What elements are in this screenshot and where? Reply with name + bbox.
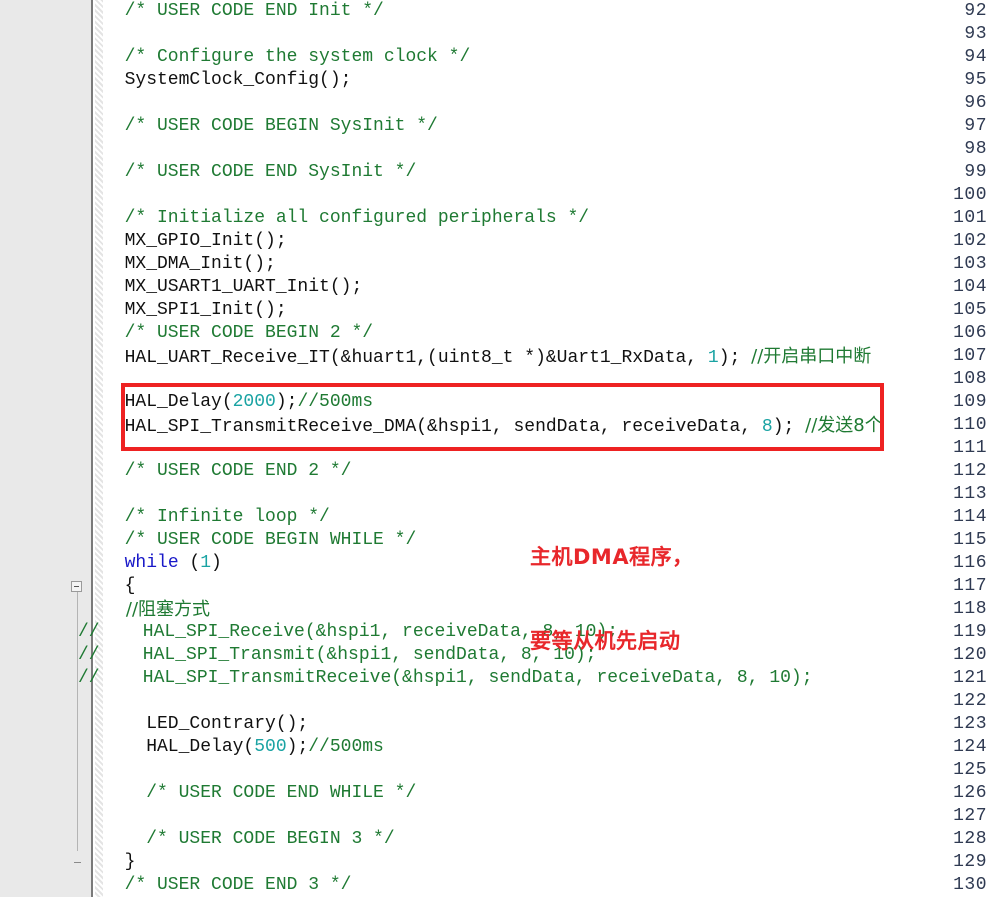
number-literal: 1	[200, 553, 212, 573]
code-line[interactable]: }	[103, 851, 136, 874]
code-line[interactable]: MX_GPIO_Init();	[103, 230, 287, 253]
inline-comment: //发送8个	[805, 415, 883, 436]
code-editor[interactable]: 92 93 94 95 96 97 98 99 100 101 102 103 …	[0, 0, 992, 897]
fold-toggle-icon[interactable]	[71, 581, 82, 592]
code-line[interactable]: // HAL_SPI_Transmit(&hspi1, sendData, 8,…	[78, 644, 596, 667]
number-literal: 500	[254, 737, 287, 757]
code-line[interactable]: /* Infinite loop */	[103, 506, 330, 529]
code-line[interactable]: /* USER CODE END SysInit */	[103, 161, 417, 184]
fold-end-icon	[74, 862, 81, 863]
code-span: );	[286, 737, 309, 757]
code-line[interactable]: {	[103, 575, 136, 598]
code-span: (	[178, 553, 201, 573]
code-span: );	[772, 417, 806, 437]
code-line[interactable]: MX_USART1_UART_Init();	[103, 276, 363, 299]
number-literal: 2000	[232, 392, 276, 412]
inline-comment: //500ms	[308, 737, 384, 757]
code-line[interactable]: /* USER CODE BEGIN WHILE */	[103, 529, 417, 552]
code-line[interactable]: /* Configure the system clock */	[103, 46, 471, 69]
code-span: )	[211, 553, 222, 573]
inline-comment: //500ms	[297, 392, 374, 412]
code-line[interactable]: /* USER CODE BEGIN 3 */	[103, 828, 394, 851]
code-line[interactable]: HAL_UART_Receive_IT(&huart1,(uint8_t *)&…	[103, 345, 872, 368]
number-literal: 1	[707, 348, 719, 368]
number-literal: 8	[761, 417, 773, 437]
code-line[interactable]: /* USER CODE END 3 */	[103, 874, 352, 897]
code-text-area[interactable]: /* USER CODE END Init */ /* Configure th…	[78, 0, 992, 897]
inline-comment: //开启串口中断	[751, 346, 872, 367]
code-line[interactable]: MX_DMA_Init();	[103, 253, 276, 276]
code-line[interactable]: while (1)	[103, 552, 222, 575]
code-line[interactable]: LED_Contrary();	[103, 713, 308, 736]
code-line[interactable]: /* USER CODE BEGIN SysInit */	[103, 115, 438, 138]
code-span: HAL_UART_Receive_IT(&huart1,(uint8_t *)&…	[103, 348, 708, 368]
code-span: );	[718, 348, 752, 368]
annotation-line-2: 要等从机先启动	[530, 629, 681, 653]
indent-span	[103, 553, 125, 573]
annotation-note: 主机DMA程序， 要等从机先启动	[530, 487, 694, 711]
code-line[interactable]: SystemClock_Config();	[103, 69, 352, 92]
code-line[interactable]: /* USER CODE BEGIN 2 */	[103, 322, 373, 345]
code-line[interactable]: /* USER CODE END WHILE */	[103, 782, 416, 805]
keyword-while: while	[124, 553, 179, 573]
annotation-line-1: 主机DMA程序，	[530, 545, 694, 569]
code-span: HAL_SPI_TransmitReceive_DMA(&hspi1, send…	[103, 417, 762, 437]
line-number-gutter	[0, 0, 93, 897]
code-span: HAL_Delay(	[103, 392, 233, 412]
code-line[interactable]: /* Initialize all configured peripherals…	[103, 207, 590, 230]
code-line[interactable]: /* USER CODE END Init */	[103, 0, 384, 23]
code-span: HAL_Delay(	[103, 737, 255, 757]
code-line[interactable]: // HAL_SPI_TransmitReceive(&hspi1, sendD…	[78, 667, 813, 690]
code-span: );	[275, 392, 298, 412]
code-line[interactable]: HAL_Delay(2000);//500ms	[103, 391, 373, 414]
code-line[interactable]: HAL_Delay(500);//500ms	[103, 736, 384, 759]
gutter-hatch-strip	[95, 0, 103, 897]
code-line[interactable]: MX_SPI1_Init();	[103, 299, 287, 322]
code-line[interactable]: /* USER CODE END 2 */	[103, 460, 352, 483]
code-line[interactable]: HAL_SPI_TransmitReceive_DMA(&hspi1, send…	[103, 414, 883, 437]
code-line[interactable]: //阻塞方式	[103, 598, 210, 621]
